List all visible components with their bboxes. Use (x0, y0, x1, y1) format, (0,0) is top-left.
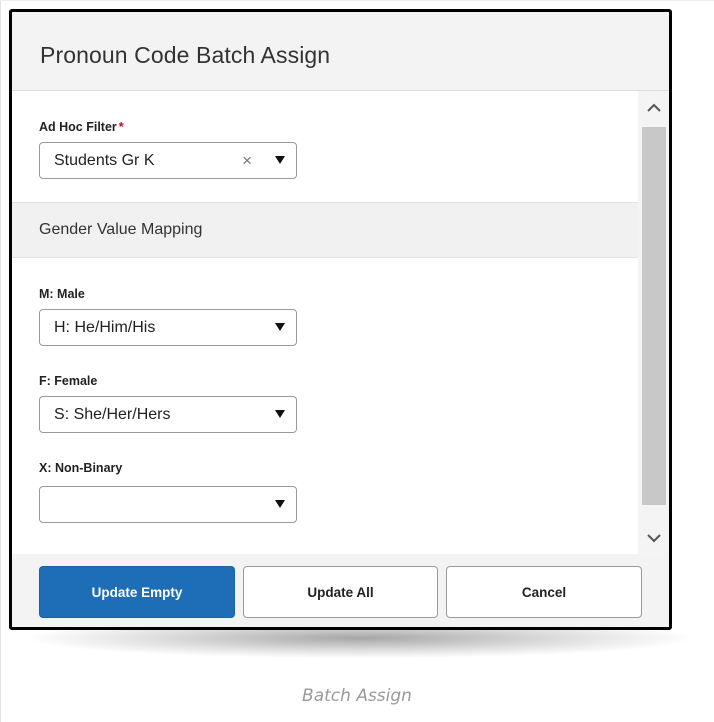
caret-down-icon (275, 323, 285, 331)
required-indicator: * (118, 120, 124, 134)
female-mapping-value: S: She/Her/Hers (54, 406, 171, 423)
male-mapping-select[interactable]: H: He/Him/His (39, 309, 297, 346)
dialog-body: Ad Hoc Filter * Students Gr K × Gender Va… (12, 91, 638, 554)
chevron-up-icon[interactable] (638, 95, 669, 121)
page-border-top (0, 0, 714, 1)
figure-caption: Batch Assign (302, 686, 412, 706)
section-title: Gender Value Mapping (39, 221, 203, 238)
update-empty-button[interactable]: Update Empty (39, 566, 235, 618)
non-binary-mapping-select[interactable] (39, 486, 297, 523)
caret-down-icon (275, 500, 285, 508)
update-all-button[interactable]: Update All (243, 566, 438, 618)
cancel-button[interactable]: Cancel (446, 566, 642, 618)
ad-hoc-filter-label: Ad Hoc Filter * (39, 120, 124, 134)
non-binary-mapping-label: X: Non-Binary (39, 461, 123, 475)
ad-hoc-filter-value: Students Gr K (54, 152, 155, 169)
male-mapping-value: H: He/Him/His (54, 319, 156, 336)
female-mapping-select[interactable]: S: She/Her/Hers (39, 396, 297, 433)
dialog-header: Pronoun Code Batch Assign (12, 12, 669, 91)
dialog-title: Pronoun Code Batch Assign (40, 42, 331, 68)
scrollbar-thumb[interactable] (642, 127, 666, 505)
female-mapping-label: F: Female (39, 374, 98, 388)
page-border-left (0, 0, 1, 722)
male-mapping-label: M: Male (39, 287, 85, 301)
ad-hoc-filter-label-text: Ad Hoc Filter (39, 120, 117, 134)
caret-down-icon (275, 410, 285, 418)
ad-hoc-filter-select[interactable]: Students Gr K × (39, 142, 297, 179)
vertical-scrollbar[interactable] (638, 91, 669, 554)
close-icon[interactable]: × (242, 151, 252, 171)
batch-assign-dialog: Pronoun Code Batch Assign Ad Hoc Filter *… (9, 9, 672, 630)
chevron-down-icon[interactable] (638, 525, 669, 551)
dialog-footer: Update Empty Update All Cancel (12, 554, 669, 627)
caret-down-icon (275, 156, 285, 164)
gender-value-mapping-section: Gender Value Mapping (12, 202, 638, 258)
